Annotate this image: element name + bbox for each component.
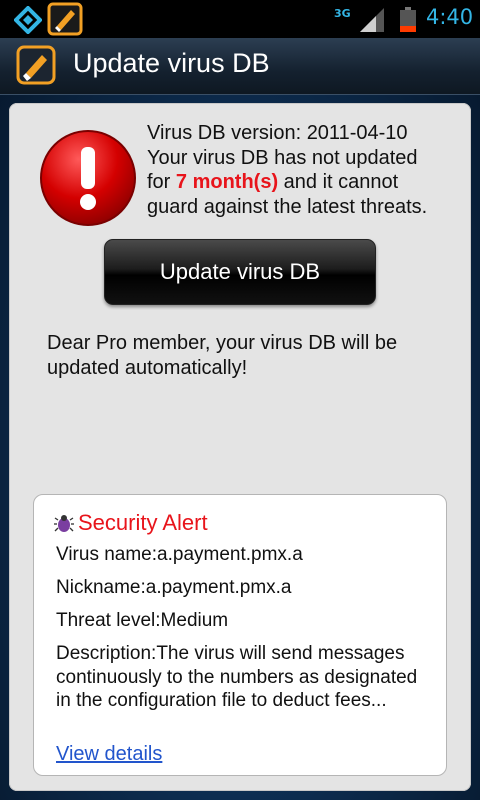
db-version: Virus DB version: 2011-04-10 [147, 122, 408, 144]
page-title: Update virus DB [73, 48, 270, 78]
security-alert-card: Security Alert Virus name:a.payment.pmx.… [33, 494, 447, 776]
pro-member-message: Dear Pro member, your virus DB will be u… [47, 332, 398, 379]
db-age-suffix: and it cannot [278, 171, 399, 193]
network-type-label: 3G [334, 7, 351, 20]
db-age-prefix: for [147, 171, 176, 193]
main-panel: Virus DB version: 2011-04-10 Your virus … [9, 103, 471, 791]
db-age-highlight: 7 month(s) [175, 171, 279, 193]
clock-time: 4:40 [426, 5, 474, 29]
update-virus-db-button[interactable]: Update virus DB [104, 239, 376, 305]
db-threat-line: guard against the latest threats. [147, 195, 428, 218]
battery-icon [400, 7, 416, 32]
app-notification-icon [47, 2, 83, 36]
exclamation-alert-icon [40, 130, 136, 226]
diamond-notification-icon [14, 6, 42, 34]
db-not-updated-line: Your virus DB has not updated [147, 146, 418, 169]
status-bar: 3G 4:40 [0, 0, 480, 38]
app-logo-icon [16, 45, 56, 85]
signal-icon [360, 8, 384, 32]
virus-description: Description:The virus will send messages… [56, 643, 418, 711]
db-age-line: for 7 month(s) and it cannot [147, 170, 467, 195]
security-alert-title: Security Alert [78, 510, 208, 535]
bug-icon [54, 515, 74, 532]
virus-nickname: Nickname:a.payment.pmx.a [56, 577, 292, 598]
title-bar: Update virus DB [0, 38, 480, 95]
view-details-link[interactable]: View details [56, 743, 162, 766]
threat-level: Threat level:Medium [56, 610, 229, 631]
security-alert-header: Security Alert [54, 509, 208, 537]
virus-name: Virus name:a.payment.pmx.a [56, 544, 303, 565]
db-status-text: Virus DB version: 2011-04-10 Your virus … [147, 121, 467, 219]
